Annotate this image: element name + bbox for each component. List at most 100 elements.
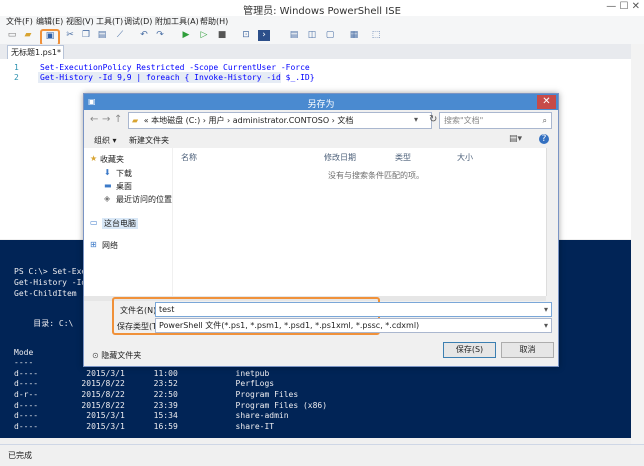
up-icon[interactable]: ↑	[114, 114, 122, 125]
filetype-dropdown-icon[interactable]: ▾	[544, 319, 548, 332]
filetype-value: PowerShell 文件(*.ps1, *.psm1, *.psd1, *.p…	[159, 321, 420, 330]
console-line: Mode	[14, 348, 34, 357]
script-tab[interactable]: 无标题1.ps1*	[7, 45, 64, 59]
layout-right-icon[interactable]: ◫	[306, 30, 318, 41]
nav-item-desktop[interactable]: 桌面	[116, 181, 132, 192]
open-icon[interactable]: ▰	[22, 30, 34, 41]
address-bar[interactable]: ▰ « 本地磁盘 (C:) › 用户 › administrator.CONTO…	[128, 112, 432, 129]
console-line: d---- 2015/3/1 11:00 inetpub	[14, 369, 270, 378]
desktop-icon: ▬	[104, 181, 112, 190]
console-line: d---- 2015/8/22 23:52 PerfLogs	[14, 379, 275, 388]
this-pc-icon: ▭	[90, 218, 98, 227]
layout-top-icon[interactable]: ▤	[288, 30, 300, 41]
nav-item-network[interactable]: 网络	[102, 240, 118, 251]
menu-file[interactable]: 文件(F)	[6, 16, 33, 27]
new-icon[interactable]: ▭	[6, 30, 18, 41]
search-icon: ⌕	[542, 116, 547, 125]
refresh-icon[interactable]: ↻	[429, 114, 437, 125]
search-input[interactable]: 搜索"文档" ⌕	[439, 112, 552, 129]
file-list[interactable]: 名称 修改日期 类型 大小 没有与搜索条件匹配的项。	[173, 148, 546, 296]
column-modified[interactable]: 修改日期	[324, 152, 356, 163]
undo-icon[interactable]: ↶	[138, 30, 150, 41]
column-size[interactable]: 大小	[457, 152, 473, 163]
menu-debug[interactable]: 调试(D)	[124, 16, 152, 27]
help-icon[interactable]: ?	[539, 134, 549, 144]
nav-item-this-pc[interactable]: 这台电脑	[102, 218, 138, 229]
close-icon[interactable]: ✕	[537, 95, 556, 109]
script-tab-bar	[0, 44, 644, 59]
vertical-scrollbar[interactable]	[631, 44, 644, 444]
nav-item-recent[interactable]: 最近访问的位置	[116, 194, 172, 205]
search-placeholder: 搜索"文档"	[444, 116, 484, 125]
recent-places-icon: ◈	[104, 194, 111, 203]
address-dropdown-icon[interactable]: ▾	[414, 115, 418, 124]
dialog-title-bar: ▣ 另存为 ✕	[84, 94, 558, 110]
menu-bar: 文件(F) 编辑(E) 视图(V) 工具(T) 调试(D) 附加工具(A) 帮助…	[0, 16, 644, 28]
forward-icon[interactable]: →	[102, 114, 110, 125]
layout-max-icon[interactable]: ▢	[324, 30, 336, 41]
organize-button[interactable]: 组织 ▾	[94, 135, 117, 146]
save-as-dialog: ▣ 另存为 ✕ ← → ↑ ▰ « 本地磁盘 (C:) › 用户 › admin…	[83, 93, 559, 367]
dialog-title: 另存为	[307, 100, 335, 110]
nav-item-downloads[interactable]: 下载	[116, 168, 132, 179]
filename-input[interactable]: test ▾	[155, 302, 552, 317]
nav-item-favorites[interactable]: 收藏夹	[100, 154, 124, 165]
back-icon[interactable]: ←	[90, 114, 98, 125]
cancel-button[interactable]: 取消	[501, 342, 554, 358]
code-line[interactable]: Set-ExecutionPolicy Restricted -Scope Cu…	[40, 63, 310, 72]
filetype-select[interactable]: PowerShell 文件(*.ps1, *.psm1, *.psd1, *.p…	[155, 318, 552, 333]
console-line: d-r-- 2015/8/22 22:50 Program Files	[14, 390, 299, 399]
console-line: d---- 2015/8/22 23:39 Program Files (x86…	[14, 401, 328, 410]
clear-icon[interactable]: ⟋	[114, 30, 126, 41]
copy-icon[interactable]: ❐	[80, 30, 92, 41]
console-line: d---- 2015/3/1 16:59 share-IT	[14, 422, 275, 431]
network-icon: ⊞	[90, 240, 97, 249]
new-folder-button[interactable]: 新建文件夹	[129, 135, 169, 146]
commands-icon[interactable]: ⬚	[370, 30, 382, 41]
cut-icon[interactable]: ✂	[64, 30, 76, 41]
address-path: « 本地磁盘 (C:) › 用户 › administrator.CONTOSO…	[143, 116, 354, 125]
console-line: 目录: C:\	[14, 319, 74, 328]
paste-icon[interactable]: ▤	[96, 30, 108, 41]
favorites-icon: ★	[90, 154, 98, 163]
status-text: 已完成	[8, 451, 32, 460]
redo-icon[interactable]: ↷	[154, 30, 166, 41]
menu-addons[interactable]: 附加工具(A)	[155, 16, 199, 27]
menu-tools[interactable]: 工具(T)	[96, 16, 123, 27]
command-bar: 组织 ▾ 新建文件夹 ▤▾ ?	[84, 131, 558, 148]
folder-icon: ▰	[132, 116, 139, 125]
stop-icon[interactable]: ■	[216, 30, 228, 41]
window-title: 管理员: Windows PowerShell ISE	[243, 6, 401, 17]
menu-help[interactable]: 帮助(H)	[200, 16, 228, 27]
line-number: 2	[14, 73, 19, 82]
run-icon[interactable]: ▶	[180, 30, 192, 41]
collapse-icon: ⊙	[92, 351, 99, 360]
window-controls[interactable]: — ☐ ✕	[606, 1, 640, 12]
filename-dropdown-icon[interactable]: ▾	[544, 303, 548, 316]
menu-edit[interactable]: 编辑(E)	[36, 16, 63, 27]
console-icon[interactable]: ›	[258, 30, 270, 41]
console-line: Get-ChildItem	[14, 289, 77, 298]
column-name[interactable]: 名称	[181, 152, 197, 163]
toolbar: ▭ ▰ ▣ ✂ ❐ ▤ ⟋ ↶ ↷ ▶ ▷ ■ ⊡ › ▤ ◫ ▢ ▦ ⬚	[0, 28, 644, 46]
navigation-pane: ★ 收藏夹 ⬇ 下载 ▬ 桌面 ◈ 最近访问的位置 ▭ 这台电脑 ⊞ 网络	[84, 148, 172, 296]
hide-folders-label: 隐藏文件夹	[101, 351, 142, 360]
menu-view[interactable]: 视图(V)	[66, 16, 94, 27]
empty-message: 没有与搜索条件匹配的项。	[328, 171, 424, 180]
column-type[interactable]: 类型	[395, 152, 411, 163]
status-bar: 已完成	[0, 444, 644, 466]
code-line[interactable]: Get-History -Id 9,9 | foreach { Invoke-H…	[40, 73, 315, 82]
remote-icon[interactable]: ⊡	[240, 30, 252, 41]
filename-label: 文件名(N):	[120, 306, 159, 315]
downloads-icon: ⬇	[104, 168, 111, 177]
hide-folders-toggle[interactable]: ⊙ 隐藏文件夹	[92, 350, 141, 361]
view-options-icon[interactable]: ▤▾	[509, 134, 522, 144]
run-selection-icon[interactable]: ▷	[198, 30, 210, 41]
file-list-scrollbar[interactable]	[546, 148, 558, 296]
filename-value: test	[159, 305, 175, 314]
show-script-icon[interactable]: ▦	[348, 30, 360, 41]
console-line: ----	[14, 358, 34, 367]
line-number: 1	[14, 63, 19, 72]
title-bar: 管理员: Windows PowerShell ISE — ☐ ✕	[0, 0, 644, 17]
save-button[interactable]: 保存(S)	[443, 342, 496, 358]
